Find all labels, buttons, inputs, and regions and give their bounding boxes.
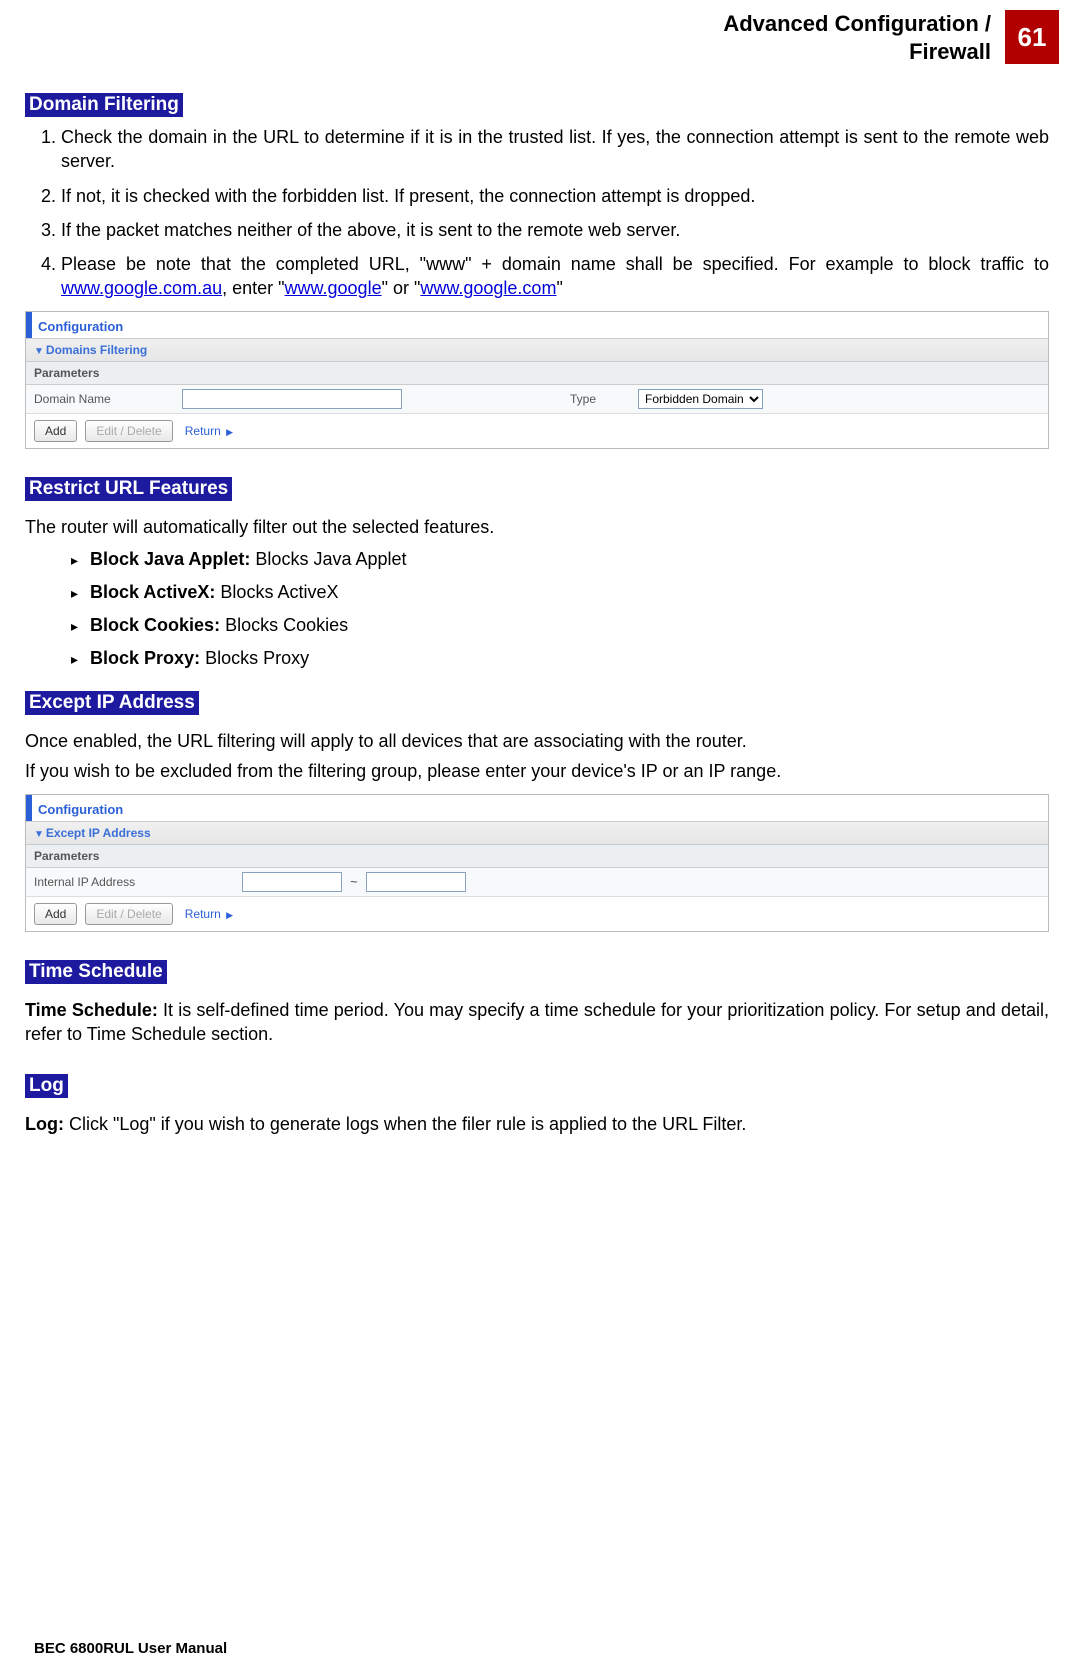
domain-filtering-list: Check the domain in the URL to determine… xyxy=(25,125,1049,301)
panel-params-label: Parameters xyxy=(26,845,1048,868)
accent-bar xyxy=(26,312,32,338)
section-title-time-schedule: Time Schedule xyxy=(25,960,167,984)
page-content: Domain Filtering Check the domain in the… xyxy=(25,65,1059,1137)
time-schedule-body: Time Schedule: It is self-defined time p… xyxy=(25,998,1049,1047)
return-link[interactable]: Return ▶ xyxy=(185,907,233,921)
page-footer: BEC 6800RUL User Manual xyxy=(34,1640,227,1657)
panel-header: Configuration xyxy=(26,312,1048,338)
list-item: Please be note that the completed URL, "… xyxy=(61,252,1049,301)
edit-delete-button[interactable]: Edit / Delete xyxy=(85,903,172,925)
type-select[interactable]: Forbidden Domain xyxy=(638,389,763,409)
section-title-except-ip: Except IP Address xyxy=(25,691,199,715)
section-title-log: Log xyxy=(25,1074,68,1098)
add-button[interactable]: Add xyxy=(34,420,77,442)
panel-header: Configuration xyxy=(26,795,1048,821)
section-restrict-url: Restrict URL Features The router will au… xyxy=(25,477,1049,669)
panel-params-label: Parameters xyxy=(26,362,1048,385)
panel-header-text: Configuration xyxy=(38,319,123,338)
panel-subhead: ▼Domains Filtering xyxy=(26,338,1048,362)
chevron-down-icon: ▼ xyxy=(34,346,44,357)
add-button[interactable]: Add xyxy=(34,903,77,925)
panel-button-row: Add Edit / Delete Return ▶ xyxy=(26,897,1048,931)
list-item: Block Proxy: Blocks Proxy xyxy=(71,648,1049,669)
page-header: Advanced Configuration / Firewall 61 xyxy=(25,0,1059,65)
list-item: If the packet matches neither of the abo… xyxy=(61,218,1049,242)
list-item: Block ActiveX: Blocks ActiveX xyxy=(71,582,1049,603)
except-ip-p2: If you wish to be excluded from the filt… xyxy=(25,759,1049,783)
list-item: Block Cookies: Blocks Cookies xyxy=(71,615,1049,636)
list-item: Check the domain in the URL to determine… xyxy=(61,125,1049,174)
section-log: Log Log: Click "Log" if you wish to gene… xyxy=(25,1074,1049,1136)
chevron-down-icon: ▼ xyxy=(34,829,44,840)
panel-button-row: Add Edit / Delete Return ▶ xyxy=(26,414,1048,448)
restrict-url-intro: The router will automatically filter out… xyxy=(25,515,1049,539)
restrict-url-list: Block Java Applet: Blocks Java Applet Bl… xyxy=(25,549,1049,669)
header-title: Advanced Configuration / Firewall xyxy=(723,10,991,65)
link-google-com[interactable]: www.google.com xyxy=(420,278,556,298)
type-label: Type xyxy=(570,392,630,406)
list-item: If not, it is checked with the forbidden… xyxy=(61,184,1049,208)
chevron-right-icon: ▶ xyxy=(226,910,233,920)
section-time-schedule: Time Schedule Time Schedule: It is self-… xyxy=(25,960,1049,1047)
link-google[interactable]: www.google xyxy=(285,278,382,298)
domain-name-label: Domain Name xyxy=(34,392,174,406)
header-title-line2: Firewall xyxy=(909,39,991,64)
ip-range-tilde: ~ xyxy=(350,874,358,889)
config-panel-domains-filtering: Configuration ▼Domains Filtering Paramet… xyxy=(25,311,1049,449)
return-link[interactable]: Return ▶ xyxy=(185,424,233,438)
panel-header-text: Configuration xyxy=(38,802,123,821)
ip-end-input[interactable] xyxy=(366,872,466,892)
link-google-au[interactable]: www.google.com.au xyxy=(61,278,222,298)
panel-row-ip: Internal IP Address ~ xyxy=(26,868,1048,897)
edit-delete-button[interactable]: Edit / Delete xyxy=(85,420,172,442)
internal-ip-label: Internal IP Address xyxy=(34,875,234,889)
chevron-right-icon: ▶ xyxy=(226,427,233,437)
list-item: Block Java Applet: Blocks Java Applet xyxy=(71,549,1049,570)
log-body: Log: Click "Log" if you wish to generate… xyxy=(25,1112,1049,1136)
panel-row-domain: Domain Name Type Forbidden Domain xyxy=(26,385,1048,414)
config-panel-except-ip: Configuration ▼Except IP Address Paramet… xyxy=(25,794,1049,932)
section-title-domain-filtering: Domain Filtering xyxy=(25,93,183,117)
section-except-ip: Except IP Address Once enabled, the URL … xyxy=(25,691,1049,932)
panel-subhead: ▼Except IP Address xyxy=(26,821,1048,845)
page-number-badge: 61 xyxy=(1005,10,1059,64)
ip-start-input[interactable] xyxy=(242,872,342,892)
domain-name-input[interactable] xyxy=(182,389,402,409)
except-ip-p1: Once enabled, the URL filtering will app… xyxy=(25,729,1049,753)
section-title-restrict-url: Restrict URL Features xyxy=(25,477,232,501)
section-domain-filtering: Domain Filtering Check the domain in the… xyxy=(25,93,1049,449)
accent-bar xyxy=(26,795,32,821)
header-title-line1: Advanced Configuration / xyxy=(723,11,991,36)
